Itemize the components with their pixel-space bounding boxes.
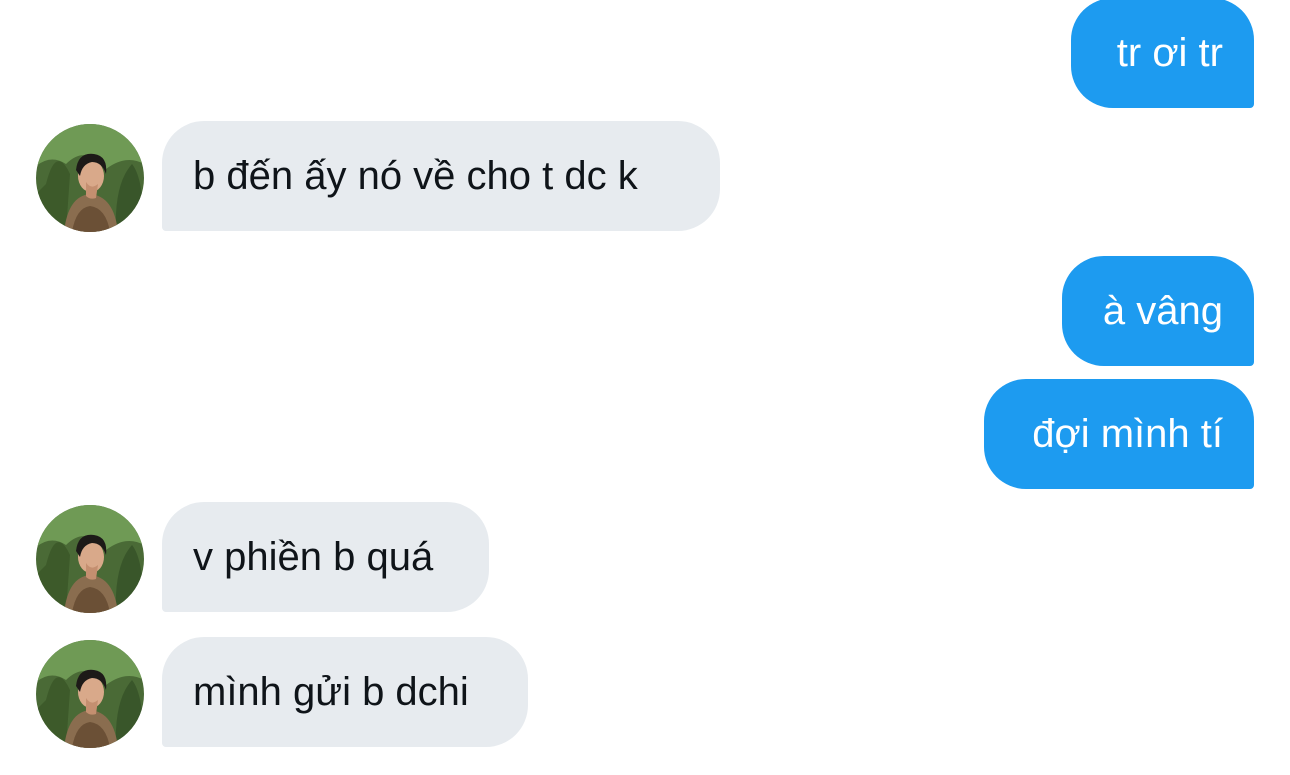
avatar[interactable] xyxy=(36,124,144,232)
avatar-photo-icon xyxy=(36,124,144,232)
message-bubble-incoming[interactable]: mình gửi b dchi xyxy=(162,637,528,747)
message-bubble-outgoing[interactable]: à vâng xyxy=(1062,256,1254,366)
message-bubble-outgoing[interactable]: đợi mình tí xyxy=(984,379,1254,489)
avatar[interactable] xyxy=(36,640,144,748)
message-bubble-outgoing[interactable]: tr ơi tr xyxy=(1071,0,1254,108)
avatar-photo-icon xyxy=(36,505,144,613)
message-text: v phiền b quá xyxy=(193,534,434,579)
message-bubble-incoming[interactable]: b đến ấy nó về cho t dc k xyxy=(162,121,720,231)
message-text: tr ơi tr xyxy=(1116,30,1223,75)
avatar-photo-icon xyxy=(36,640,144,748)
message-text: mình gửi b dchi xyxy=(193,669,469,714)
message-text: à vâng xyxy=(1102,288,1223,333)
message-text: b đến ấy nó về cho t dc k xyxy=(193,153,638,198)
message-bubble-incoming[interactable]: v phiền b quá xyxy=(162,502,489,612)
message-text: đợi mình tí xyxy=(1032,411,1223,456)
avatar[interactable] xyxy=(36,505,144,613)
